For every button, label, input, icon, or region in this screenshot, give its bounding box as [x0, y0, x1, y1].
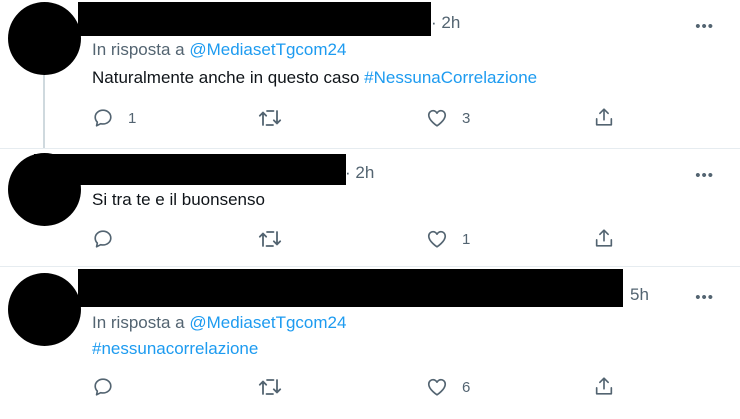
reply-icon — [94, 378, 112, 396]
heart-icon — [427, 109, 447, 127]
share-icon — [595, 377, 613, 395]
reply-to-handle-link[interactable]: @MediasetTgcom24 — [189, 40, 346, 59]
share-button[interactable] — [593, 106, 615, 128]
more-options-button[interactable]: ••• — [695, 290, 714, 305]
heart-icon — [427, 230, 447, 248]
redacted-username — [34, 154, 346, 185]
tweet[interactable]: · 2h ••• In risposta a @MediasetTgcom24 … — [0, 0, 740, 148]
like-count: 6 — [462, 378, 471, 396]
like-count: 3 — [462, 109, 471, 127]
share-icon — [595, 229, 613, 247]
redacted-username — [78, 269, 623, 307]
share-icon — [595, 108, 613, 126]
avatar[interactable] — [8, 2, 81, 75]
redacted-username — [78, 2, 431, 36]
hashtag-link[interactable]: #NessunaCorrelazione — [364, 68, 537, 87]
reply-button[interactable] — [92, 376, 128, 398]
reply-to-prefix: In risposta a — [92, 40, 190, 59]
reply-button[interactable]: 1 — [92, 107, 136, 129]
retweet-icon — [258, 379, 282, 395]
tweet[interactable]: · 2h ••• Si tra te e il buonsenso 1 — [0, 148, 740, 267]
tweet-text: Si tra te e il buonsenso — [92, 190, 265, 209]
reply-icon — [94, 230, 112, 248]
retweet-icon — [258, 110, 282, 126]
reply-button[interactable] — [92, 228, 128, 250]
heart-icon — [427, 378, 447, 396]
tweet[interactable]: 5h ••• In risposta a @MediasetTgcom24 #n… — [0, 266, 740, 419]
tweet-timestamp[interactable]: · 2h — [431, 13, 460, 33]
more-options-button[interactable]: ••• — [695, 19, 714, 34]
retweet-button[interactable] — [258, 376, 296, 398]
retweet-button[interactable] — [258, 228, 296, 250]
reply-icon — [94, 109, 112, 127]
tweet-text: Naturalmente anche in questo caso #Nessu… — [92, 68, 537, 88]
thread-line — [43, 75, 45, 148]
like-button[interactable]: 1 — [426, 228, 470, 250]
share-button[interactable] — [593, 227, 615, 249]
more-options-button[interactable]: ••• — [695, 168, 714, 183]
reply-to-prefix: In risposta a — [92, 313, 190, 332]
like-button[interactable]: 3 — [426, 107, 470, 129]
reply-to-line: In risposta a @MediasetTgcom24 — [92, 313, 346, 333]
like-count: 1 — [462, 230, 471, 248]
avatar[interactable] — [8, 273, 81, 346]
tweet-text: #nessunacorrelazione — [92, 339, 258, 359]
tweet-text-plain: Naturalmente anche in questo caso — [92, 68, 365, 87]
retweet-icon — [258, 231, 282, 247]
retweet-button[interactable] — [258, 107, 296, 129]
tweet-timestamp[interactable]: · 2h — [345, 163, 374, 183]
reply-count: 1 — [128, 109, 137, 127]
reply-to-handle-link[interactable]: @MediasetTgcom24 — [189, 313, 346, 332]
like-button[interactable]: 6 — [426, 376, 470, 398]
tweet-timestamp[interactable]: 5h — [630, 285, 649, 305]
share-button[interactable] — [593, 375, 615, 397]
reply-to-line: In risposta a @MediasetTgcom24 — [92, 40, 346, 60]
hashtag-link[interactable]: #nessunacorrelazione — [92, 339, 258, 358]
